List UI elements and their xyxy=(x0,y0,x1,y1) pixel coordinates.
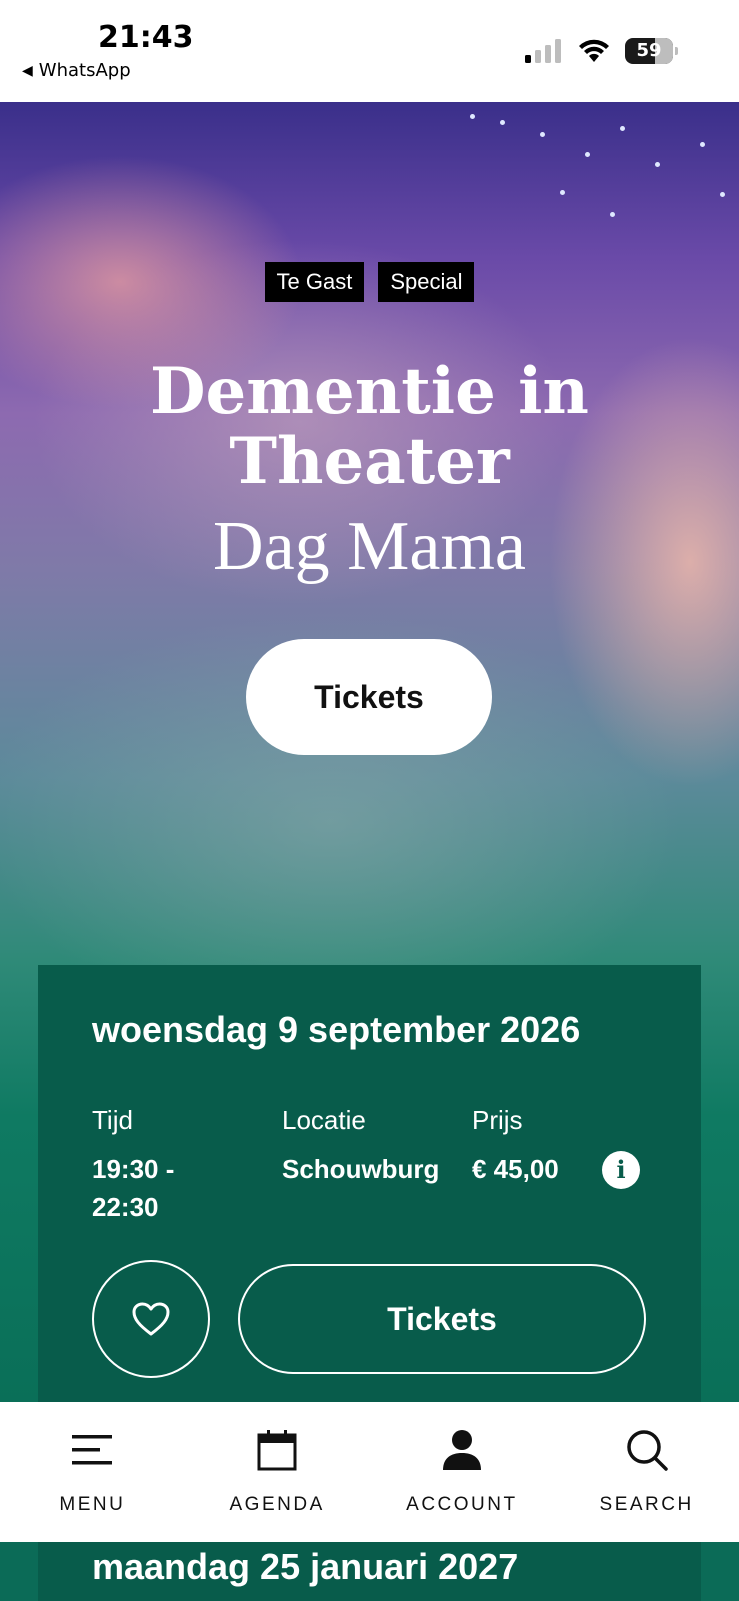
time-label: Tijd xyxy=(92,1105,133,1135)
nav-agenda-label: AGENDA xyxy=(229,1494,325,1515)
bottom-navigation: MENU AGENDA ACCOUNT SEARCH xyxy=(0,1402,739,1542)
heart-icon xyxy=(132,1302,170,1336)
back-arrow-icon: ◀ xyxy=(22,62,33,79)
wifi-icon xyxy=(579,39,609,62)
event-tags: Te Gast Special xyxy=(0,262,739,302)
back-to-whatsapp[interactable]: ◀ WhatsApp xyxy=(22,60,131,81)
favorite-button[interactable] xyxy=(92,1260,210,1378)
battery-icon: 59 xyxy=(625,38,678,64)
card-tickets-button[interactable]: Tickets xyxy=(238,1264,646,1374)
signal-icon xyxy=(525,39,561,63)
event-title: Dementie in Theater xyxy=(0,357,739,497)
nav-menu-label: MENU xyxy=(59,1494,126,1515)
location-column: Locatie Schouwburg xyxy=(282,1105,439,1188)
event-date-card: woensdag 9 september 2026 Tijd 19:30 - 2… xyxy=(38,965,701,1415)
tag-te-gast: Te Gast xyxy=(264,262,365,302)
price-value: € 45,00 xyxy=(472,1154,559,1184)
next-event-date: maandag 25 januari 2027 xyxy=(92,1546,519,1587)
calendar-icon xyxy=(257,1428,297,1472)
event-date: woensdag 9 september 2026 xyxy=(92,1009,581,1050)
tag-special: Special xyxy=(378,262,475,302)
nav-agenda[interactable]: AGENDA xyxy=(185,1402,370,1542)
status-icons: 59 xyxy=(525,38,678,64)
event-title-line1: Dementie in xyxy=(150,354,589,429)
location-label: Locatie xyxy=(282,1105,366,1135)
nav-search[interactable]: SEARCH xyxy=(554,1402,739,1542)
nav-search-label: SEARCH xyxy=(599,1494,694,1515)
next-event-card: maandag 25 januari 2027 xyxy=(38,1542,701,1601)
price-label: Prijs xyxy=(472,1105,523,1135)
location-value: Schouwburg xyxy=(282,1154,440,1184)
event-subtitle: Dag Mama xyxy=(213,508,526,585)
nav-account-label: ACCOUNT xyxy=(406,1494,518,1515)
price-info-icon[interactable]: i xyxy=(602,1151,640,1189)
status-bar: 21:43 ◀ WhatsApp 59 xyxy=(0,0,739,102)
nav-account[interactable]: ACCOUNT xyxy=(370,1402,555,1542)
time-value: 19:30 - 22:30 xyxy=(92,1154,175,1222)
search-icon xyxy=(626,1428,668,1472)
hero-tickets-button[interactable]: Tickets xyxy=(246,639,492,755)
battery-level: 59 xyxy=(636,40,662,61)
event-title-line2: Theater xyxy=(229,424,510,499)
status-time: 21:43 xyxy=(98,20,194,55)
menu-icon xyxy=(70,1428,114,1472)
nav-menu[interactable]: MENU xyxy=(0,1402,185,1542)
account-icon xyxy=(441,1428,483,1472)
back-app-label: WhatsApp xyxy=(38,60,131,81)
time-column: Tijd 19:30 - 22:30 xyxy=(92,1105,212,1226)
price-column: Prijs € 45,00 xyxy=(472,1105,559,1188)
